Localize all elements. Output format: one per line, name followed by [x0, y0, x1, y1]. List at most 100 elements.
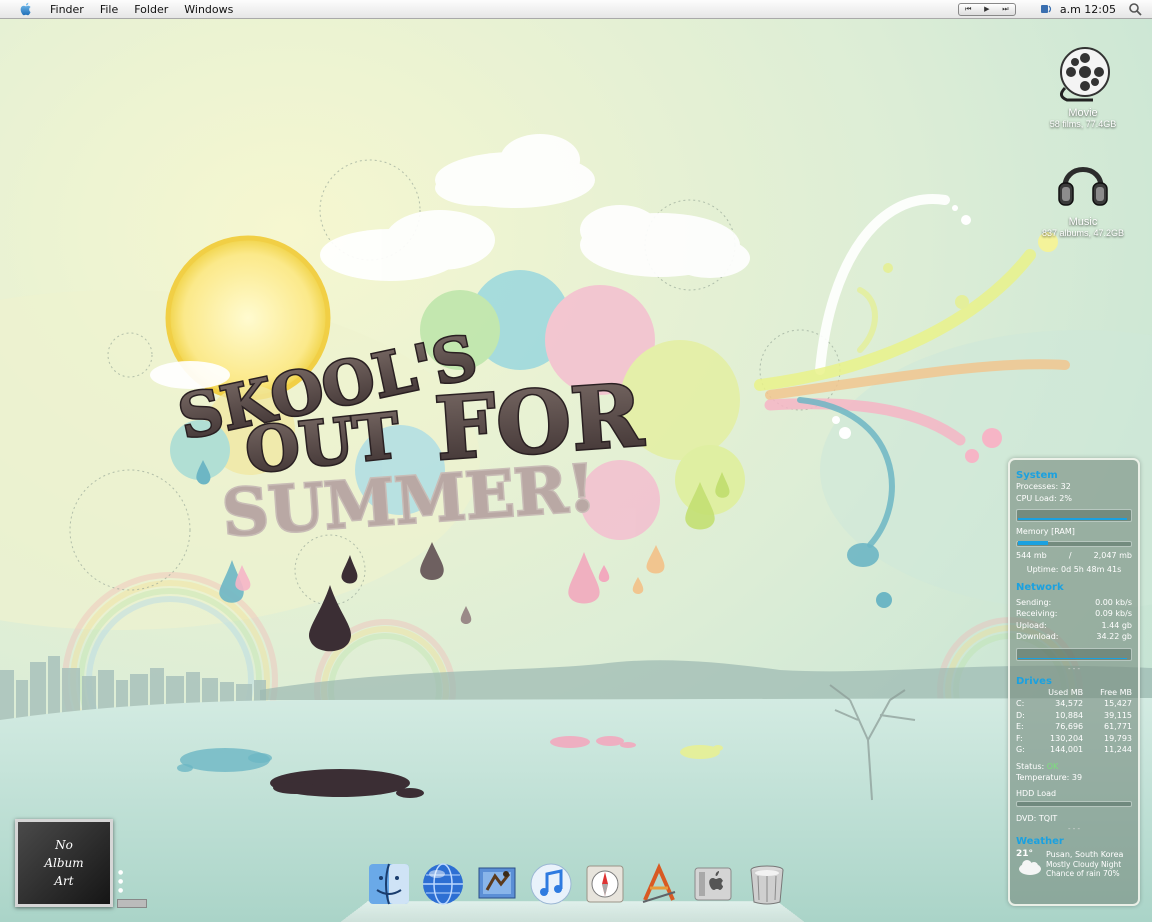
- desktop-icon-movie[interactable]: Movie 58 films, 77.4GB: [1023, 44, 1143, 129]
- control-dot[interactable]: ●: [118, 886, 123, 895]
- menu-bar: Finder File Folder Windows ⏮ ▶ ⏭ a.m 12:…: [0, 0, 1152, 19]
- drive-letter: F:: [1016, 733, 1023, 743]
- weather-temperature: 21°: [1016, 848, 1034, 859]
- film-reel-icon: [1060, 47, 1110, 102]
- app-store-icon: [642, 863, 676, 903]
- drive-letter: E:: [1016, 722, 1024, 731]
- drive-free: 11,244: [1104, 745, 1132, 754]
- drive-free: 15,427: [1104, 699, 1132, 708]
- control-dot[interactable]: ●: [118, 868, 123, 877]
- desktop-icon-music-subtitle: 837 albums, 47.2GB: [1041, 228, 1125, 238]
- album-art-line: Art: [54, 874, 74, 888]
- system-preferences-icon: [694, 867, 732, 901]
- menu-finder[interactable]: Finder: [50, 3, 84, 16]
- desktop-icon-music-label: Music: [1068, 216, 1098, 228]
- desktop-wallpaper: SKOOL'S OUT FOR SUMMER!: [0, 0, 1152, 922]
- drives-section-title: Drives: [1016, 675, 1052, 687]
- dock-item-safari[interactable]: [578, 862, 632, 912]
- network-globe-icon: [423, 863, 463, 905]
- menu-file[interactable]: File: [100, 3, 118, 16]
- cpu-graph: [1016, 509, 1132, 522]
- system-monitor-widget: System Processes: 32 CPU Load: 2% Memory…: [1008, 458, 1140, 906]
- apple-logo-icon[interactable]: [18, 1, 34, 17]
- safari-icon: [586, 865, 624, 903]
- album-art-widget[interactable]: No Album Art: [15, 819, 113, 907]
- dock-item-itunes[interactable]: [524, 862, 578, 912]
- desktop-icon-movie-label: Movie: [1068, 107, 1098, 119]
- play-button[interactable]: ▶: [984, 4, 989, 15]
- dock-item-network[interactable]: [416, 862, 470, 912]
- dock-item-system-preferences[interactable]: [686, 862, 740, 912]
- table-row: C: 34,572 15,427: [1016, 698, 1132, 710]
- memory-total: 2,047 mb: [1093, 550, 1132, 560]
- dock-item-trash[interactable]: [740, 862, 794, 912]
- drive-free: 19,793: [1104, 733, 1132, 743]
- processes-count: Processes: 32: [1016, 482, 1071, 491]
- menu-clock[interactable]: a.m 12:05: [1060, 3, 1116, 16]
- drive-used: 34,572: [1055, 699, 1084, 708]
- drive-status: Status: OK: [1016, 761, 1132, 773]
- memory-section-title: Memory [RAM]: [1016, 527, 1075, 536]
- weather-section-title: Weather: [1016, 835, 1064, 847]
- network-row: Upload: 1.44 gb: [1016, 620, 1132, 632]
- media-controls: ⏮ ▶ ⏭: [957, 2, 1016, 16]
- album-playback-buttons[interactable]: [117, 899, 147, 908]
- desktop-icon-music[interactable]: Music 837 albums, 47.2GB: [1023, 153, 1143, 238]
- mail-icon: [478, 867, 516, 899]
- network-value: 34.22 gb: [1096, 632, 1132, 641]
- table-row: F: 130,204 19,793: [1016, 733, 1132, 745]
- dock-item-mail[interactable]: [470, 862, 524, 912]
- desktop-icon-movie-subtitle: 58 films, 77.4GB: [1049, 119, 1117, 129]
- trash-icon: [750, 865, 784, 905]
- drive-letter: D:: [1016, 710, 1025, 720]
- network-section-title: Network: [1016, 581, 1064, 593]
- network-value: 1.44 gb: [1101, 620, 1132, 630]
- network-stats: Sending: 0.00 kb/s Receiving: 0.09 kb/s Up…: [1016, 597, 1132, 643]
- network-row: Receiving: 0.09 kb/s: [1016, 608, 1132, 620]
- drive-used: 76,696: [1055, 722, 1084, 731]
- spotlight-search-icon[interactable]: [1128, 2, 1142, 16]
- no-album-art-text: No Album Art: [18, 836, 110, 890]
- menu-extras: ⏮ ▶ ⏭ a.m 12:05: [957, 0, 1152, 19]
- finder-icon: [369, 863, 409, 905]
- uptime: Uptime: 0d 5h 48m 41s: [1026, 565, 1122, 574]
- weather-info: Pusan, South Korea Mostly Cloudy Night C…: [1046, 849, 1123, 878]
- memory-used: 544 mb: [1016, 550, 1047, 560]
- drives-header-row: Used MB Free MB: [1016, 687, 1132, 699]
- drive-free: 61,771: [1104, 722, 1132, 731]
- drive-status-label: Status:: [1016, 761, 1045, 771]
- control-dot[interactable]: ●: [118, 877, 123, 886]
- drives-table: Used MB Free MB C: 34,572 15,427 D: 10,884 3…: [1016, 687, 1132, 756]
- network-label: Download:: [1016, 632, 1059, 641]
- volume-icon[interactable]: [1040, 2, 1054, 16]
- next-track-button[interactable]: ⏭: [1002, 4, 1008, 15]
- table-row: E: 76,696 61,771: [1016, 721, 1132, 733]
- cpu-load: CPU Load: 2%: [1016, 493, 1072, 503]
- previous-track-button[interactable]: ⏮: [965, 4, 971, 15]
- weather-rain-chance: Chance of rain 70%: [1046, 868, 1120, 878]
- album-rating-controls: ● ● ●: [118, 868, 123, 895]
- weather-temp-block: 21°: [1016, 849, 1046, 878]
- memory-bar: [1016, 540, 1132, 547]
- drives-header: [1016, 687, 1030, 699]
- system-section-title: System: [1016, 470, 1058, 481]
- memory-separator: /: [1068, 550, 1072, 560]
- network-row: Download: 34.22 gb: [1016, 631, 1132, 643]
- drive-temperature: Temperature: 39: [1016, 773, 1083, 782]
- network-graph: [1016, 647, 1132, 661]
- dock-item-finder[interactable]: [362, 862, 416, 912]
- drives-header: Free MB: [1100, 687, 1132, 697]
- drive-letter: C:: [1016, 699, 1025, 708]
- drive-status-value: OK: [1046, 761, 1059, 771]
- menu-folder[interactable]: Folder: [134, 3, 168, 16]
- menu-windows[interactable]: Windows: [184, 3, 233, 16]
- memory-values: 544 mb / 2,047 mb: [1016, 550, 1132, 562]
- album-art-line: Album: [44, 856, 84, 870]
- table-row: G: 144,001 11,244: [1016, 744, 1132, 756]
- drive-used: 144,001: [1050, 745, 1084, 754]
- table-row: D: 10,884 39,115: [1016, 710, 1132, 722]
- network-row: Sending: 0.00 kb/s: [1016, 597, 1132, 609]
- dock-item-app-store[interactable]: [632, 862, 686, 912]
- network-value: 0.00 kb/s: [1095, 597, 1132, 607]
- network-value: 0.09 kb/s: [1095, 609, 1132, 618]
